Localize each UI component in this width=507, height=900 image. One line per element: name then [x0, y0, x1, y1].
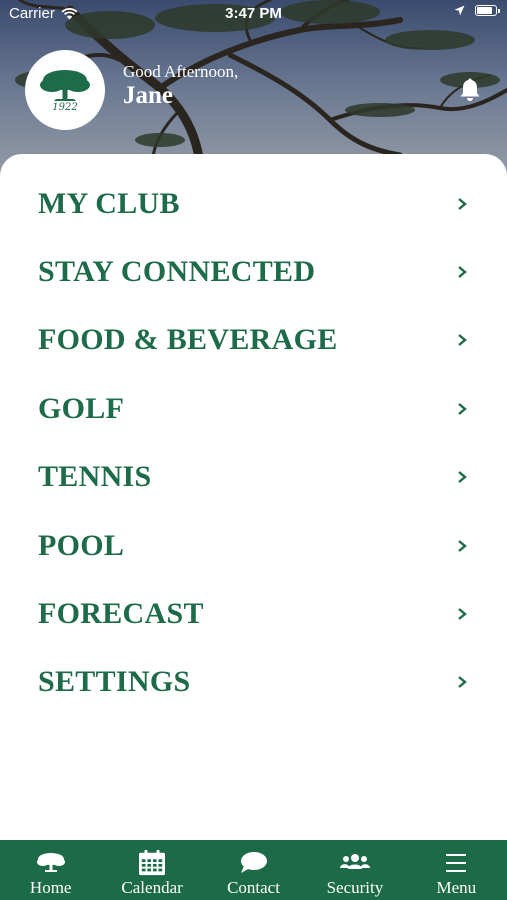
notification-bell-icon[interactable] [458, 77, 482, 103]
club-logo[interactable]: 1922 [25, 50, 105, 130]
menu-item-golf[interactable]: GOLF [0, 379, 507, 439]
menu-item-label: POOL [38, 529, 125, 562]
tab-security[interactable]: Security [304, 840, 405, 900]
chevron-right-icon [458, 266, 467, 278]
chevron-right-icon [458, 676, 467, 688]
people-icon [339, 854, 370, 869]
bottom-tab-bar: Home Calendar Contact Security Menu [0, 840, 507, 900]
tab-label: Calendar [121, 878, 183, 897]
menu-item-label: GOLF [38, 392, 125, 425]
menu-item-food-beverage[interactable]: FOOD & BEVERAGE [0, 310, 507, 370]
chevron-right-icon [458, 471, 467, 483]
menu-item-forecast[interactable]: FORECAST [0, 584, 507, 644]
menu-item-label: SETTINGS [38, 665, 191, 698]
tab-menu[interactable]: Menu [406, 840, 507, 900]
tab-label: Security [326, 878, 384, 897]
chevron-right-icon [458, 540, 467, 552]
menu-item-label: FOOD & BEVERAGE [38, 323, 338, 356]
menu-item-stay-connected[interactable]: STAY CONNECTED [0, 242, 507, 302]
menu-item-settings[interactable]: SETTINGS [0, 652, 507, 712]
chevron-right-icon [458, 403, 467, 415]
greeting-text: Good Afternoon, [123, 62, 239, 81]
menu-item-label: MY CLUB [38, 187, 180, 220]
user-name: Jane [123, 82, 173, 109]
tab-contact[interactable]: Contact [203, 840, 304, 900]
tab-label: Contact [227, 878, 280, 897]
tab-home[interactable]: Home [0, 840, 101, 900]
menu-item-label: TENNIS [38, 460, 152, 493]
menu-item-pool[interactable]: POOL [0, 516, 507, 576]
battery-icon [475, 5, 500, 16]
menu-item-label: STAY CONNECTED [38, 255, 316, 288]
calendar-icon [139, 850, 166, 876]
chevron-right-icon [458, 608, 467, 620]
logo-year: 1922 [52, 101, 78, 113]
tab-label: Menu [436, 878, 477, 897]
speech-bubble-icon [240, 852, 267, 873]
tab-calendar[interactable]: Calendar [101, 840, 202, 900]
chevron-right-icon [458, 334, 467, 346]
chevron-right-icon [458, 198, 467, 210]
location-arrow-icon [454, 5, 465, 16]
menu-item-tennis[interactable]: TENNIS [0, 447, 507, 507]
tree-icon [36, 853, 65, 872]
greeting-block: Good Afternoon, Jane [123, 62, 238, 110]
oak-tree-logo-icon [40, 69, 90, 101]
menu-item-my-club[interactable]: MY CLUB [0, 174, 507, 234]
menu-item-label: FORECAST [38, 597, 204, 630]
hamburger-menu-icon [446, 854, 467, 872]
menu-card: MY CLUB STAY CONNECTED FOOD & BEVERAGE G… [0, 154, 507, 840]
tab-label: Home [29, 878, 72, 897]
status-time: 3:47 PM [225, 5, 282, 22]
status-right [454, 5, 500, 16]
status-bar: Carrier 3:47 PM [0, 0, 507, 28]
